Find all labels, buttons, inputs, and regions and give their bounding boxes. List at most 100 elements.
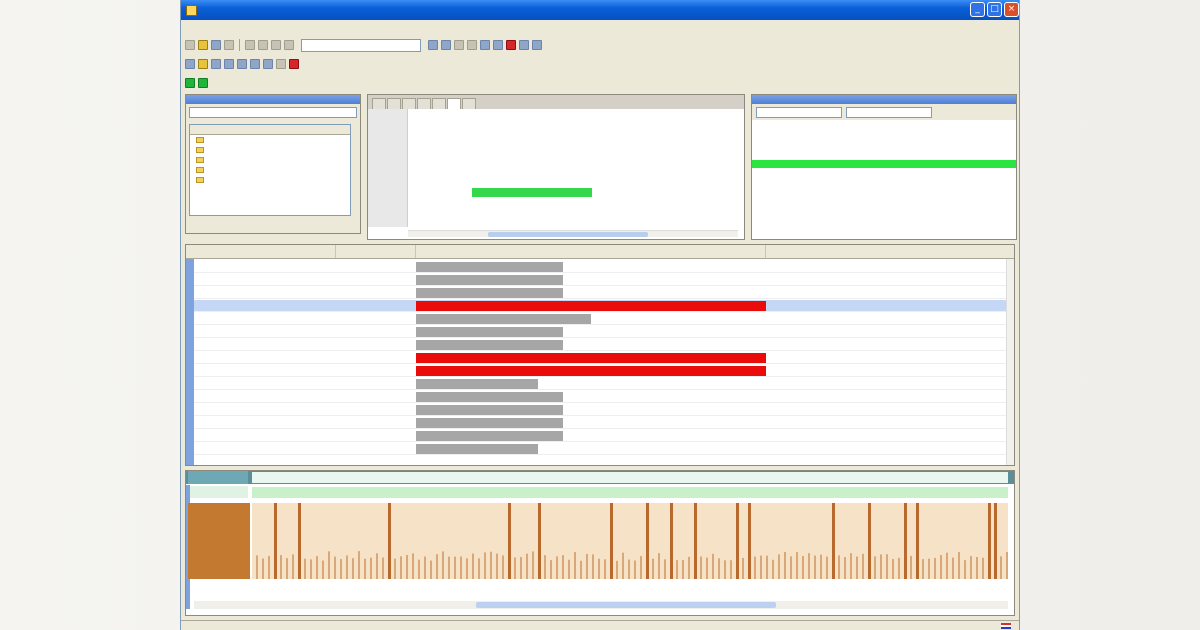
editor-tab-active[interactable] [447,98,461,109]
breakpoint-icon[interactable] [506,40,516,50]
timeline-scrollbar[interactable] [194,601,1008,609]
activity-bar [286,558,288,579]
settings-icon[interactable] [532,40,542,50]
timeline-row-2-track[interactable] [252,487,1008,498]
log-row[interactable] [752,144,1016,152]
scroll-thumb[interactable] [488,232,648,237]
table-row[interactable] [194,287,1010,299]
log-row[interactable] [752,208,1016,216]
zoom-out-icon[interactable] [237,59,247,69]
table-row[interactable] [194,261,1010,273]
col-address[interactable] [336,245,416,258]
paste-icon[interactable] [258,40,268,50]
log-row[interactable] [752,152,1016,160]
log-row[interactable] [752,192,1016,200]
col-duration[interactable] [416,245,766,258]
grid-vertical-scrollbar[interactable] [1006,259,1014,465]
activity-bar [412,553,414,579]
redo-icon[interactable] [284,40,294,50]
table-row[interactable] [194,391,1010,403]
tree-item[interactable] [190,135,350,145]
new-icon[interactable] [185,40,195,50]
log-row[interactable] [752,184,1016,192]
code-text[interactable] [412,111,592,210]
log-row[interactable] [752,128,1016,136]
editor-tab[interactable] [387,98,401,109]
play-icon[interactable] [185,78,195,88]
scroll-thumb[interactable] [476,602,776,608]
run-to-icon[interactable] [467,40,477,50]
editor-tab[interactable] [402,98,416,109]
tree-item[interactable] [190,145,350,155]
find-icon[interactable] [480,40,490,50]
title-bar[interactable]: _ □ × [181,0,1019,20]
open-icon[interactable] [198,40,208,50]
table-row[interactable] [194,326,1010,338]
layout-icon[interactable] [211,59,221,69]
zoom-in-icon[interactable] [224,59,234,69]
close-button[interactable]: × [1004,2,1019,17]
minimize-button[interactable]: _ [970,2,985,17]
log-row[interactable] [752,120,1016,128]
folder-icon[interactable] [198,59,208,69]
table-row[interactable] [194,404,1010,416]
activity-bar [934,557,936,579]
tree-item[interactable] [190,165,350,175]
table-row[interactable] [194,365,1010,377]
record-icon[interactable] [198,78,208,88]
step-over-icon[interactable] [441,40,451,50]
log-filter-select[interactable] [756,106,842,118]
log-row[interactable] [752,176,1016,184]
table-row[interactable] [194,378,1010,390]
project-search-input[interactable] [189,107,357,118]
editor-tab[interactable] [372,98,386,109]
trace-icon[interactable] [519,40,529,50]
tree-item[interactable] [190,175,350,185]
col-time[interactable] [186,245,336,258]
target-select[interactable] [301,38,421,52]
log-row[interactable] [752,200,1016,208]
list-icon[interactable] [185,59,195,69]
maximize-button[interactable]: □ [987,2,1002,17]
table-row[interactable] [194,352,1010,364]
tree-item[interactable] [190,155,350,165]
table-row[interactable] [194,313,1010,325]
activity-bar [988,503,991,579]
log-row[interactable] [752,168,1016,176]
activity-bar [418,559,420,579]
cut-icon[interactable] [224,40,234,50]
activity-bar [670,503,673,579]
watch-icon[interactable] [493,40,503,50]
step-out-icon[interactable] [454,40,464,50]
editor-tab[interactable] [432,98,446,109]
save-icon[interactable] [211,40,221,50]
undo-icon[interactable] [271,40,281,50]
table-row[interactable] [194,430,1010,442]
editor-tab[interactable] [417,98,431,109]
activity-bar [910,555,912,579]
log-row[interactable] [752,136,1016,144]
filter-icon[interactable] [250,59,260,69]
log-type-select[interactable] [846,106,932,118]
chart-icon[interactable] [263,59,273,69]
activity-bar [406,554,408,579]
timeline-row-1-track[interactable] [252,472,1008,483]
stop-icon[interactable] [289,59,299,69]
activity-bar [526,553,528,579]
duration-bar [416,366,766,376]
table-row[interactable] [194,417,1010,429]
activity-chart[interactable] [252,503,1008,579]
editor-horizontal-scrollbar[interactable] [408,230,738,237]
export-icon[interactable] [276,59,286,69]
activity-bar [796,552,798,579]
activity-bar [592,554,594,579]
table-row[interactable] [194,274,1010,286]
log-row[interactable] [752,160,1016,168]
copy-icon[interactable] [245,40,255,50]
step-icon[interactable] [428,40,438,50]
activity-bar [652,558,654,579]
table-row[interactable] [194,339,1010,351]
table-row[interactable] [194,443,1010,455]
table-row[interactable] [194,300,1010,312]
editor-tab[interactable] [462,98,476,109]
